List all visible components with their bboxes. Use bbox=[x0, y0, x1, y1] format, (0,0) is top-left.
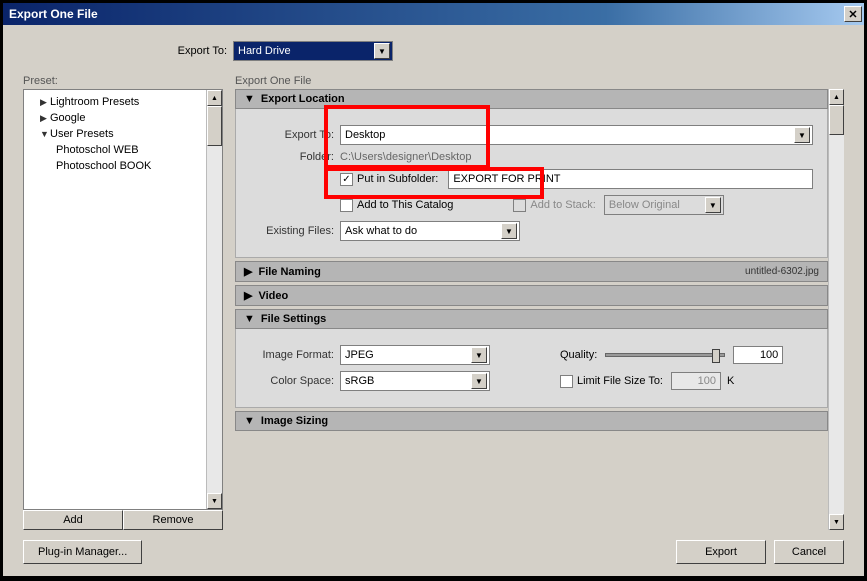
loc-export-to-label: Export To: bbox=[250, 129, 340, 141]
export-dialog: Export One File ✕ Export To: Hard Drive … bbox=[2, 2, 865, 577]
preset-label: Preset: bbox=[23, 75, 223, 87]
limit-filesize-unit: K bbox=[727, 375, 734, 387]
footer: Plug-in Manager... Export Cancel bbox=[23, 530, 844, 564]
image-format-dropdown[interactable]: JPEG ▼ bbox=[340, 345, 490, 365]
stack-position-dropdown: Below Original ▼ bbox=[604, 195, 724, 215]
preset-item-user[interactable]: ▼User Presets bbox=[26, 126, 204, 142]
file-naming-sample: untitled-6302.jpg bbox=[745, 266, 819, 277]
scroll-thumb[interactable] bbox=[829, 105, 844, 135]
export-to-value: Hard Drive bbox=[238, 45, 374, 57]
triangle-right-icon: ▶ bbox=[244, 289, 252, 302]
subfolder-input[interactable]: EXPORT FOR PRINT bbox=[448, 169, 813, 189]
triangle-right-icon: ▶ bbox=[40, 97, 50, 108]
triangle-down-icon: ▼ bbox=[244, 313, 255, 325]
add-to-stack-label: Add to Stack: bbox=[530, 199, 595, 211]
preset-item-lightroom[interactable]: ▶Lightroom Presets bbox=[26, 94, 204, 110]
put-in-subfolder-checkbox[interactable]: ✓ bbox=[340, 173, 353, 186]
scroll-thumb[interactable] bbox=[207, 106, 222, 146]
remove-preset-button[interactable]: Remove bbox=[123, 510, 223, 530]
export-button[interactable]: Export bbox=[676, 540, 766, 564]
close-button[interactable]: ✕ bbox=[844, 6, 862, 22]
scroll-up-icon[interactable]: ▲ bbox=[207, 90, 222, 106]
section-image-sizing[interactable]: ▼ Image Sizing bbox=[235, 411, 828, 431]
chevron-down-icon[interactable]: ▼ bbox=[794, 127, 810, 143]
chevron-down-icon: ▼ bbox=[705, 197, 721, 213]
section-export-location[interactable]: ▼ Export Location bbox=[235, 89, 828, 109]
quality-slider[interactable] bbox=[605, 353, 725, 357]
existing-files-dropdown[interactable]: Ask what to do ▼ bbox=[340, 221, 520, 241]
right-label: Export One File bbox=[235, 75, 844, 87]
dialog-content: Export To: Hard Drive ▼ Preset: ▶Lightro… bbox=[3, 25, 864, 576]
limit-filesize-checkbox[interactable] bbox=[560, 375, 573, 388]
preset-item-photoschol-web[interactable]: Photoschol WEB bbox=[26, 142, 204, 158]
add-to-catalog-checkbox[interactable] bbox=[340, 199, 353, 212]
add-to-catalog-label: Add to This Catalog bbox=[357, 199, 453, 211]
scroll-up-icon[interactable]: ▲ bbox=[829, 89, 844, 105]
settings-content: ▼ Export Location Export To: Desktop ▼ bbox=[235, 89, 828, 530]
triangle-right-icon: ▶ bbox=[40, 113, 50, 124]
chevron-down-icon[interactable]: ▼ bbox=[374, 43, 390, 59]
settings-panel: Export One File ▼ Export Location Export… bbox=[235, 75, 844, 530]
export-to-label: Export To: bbox=[23, 45, 233, 57]
scroll-down-icon[interactable]: ▼ bbox=[829, 514, 844, 530]
color-space-label: Color Space: bbox=[250, 375, 340, 387]
preset-buttons: Add Remove bbox=[23, 510, 223, 530]
preset-item-photoschool-book[interactable]: Photoschool BOOK bbox=[26, 158, 204, 174]
add-preset-button[interactable]: Add bbox=[23, 510, 123, 530]
limit-filesize-label: Limit File Size To: bbox=[577, 375, 663, 387]
slider-thumb[interactable] bbox=[712, 349, 720, 363]
export-to-row: Export To: Hard Drive ▼ bbox=[23, 41, 844, 61]
preset-tree: ▶Lightroom Presets ▶Google ▼User Presets… bbox=[24, 90, 206, 509]
file-settings-body: Image Format: JPEG ▼ Quality: 100 bbox=[235, 329, 828, 408]
image-format-label: Image Format: bbox=[250, 349, 340, 361]
window-title: Export One File bbox=[9, 7, 844, 21]
quality-input[interactable]: 100 bbox=[733, 346, 783, 364]
preset-listbox: ▶Lightroom Presets ▶Google ▼User Presets… bbox=[23, 89, 223, 510]
triangle-down-icon: ▼ bbox=[244, 415, 255, 427]
section-file-settings[interactable]: ▼ File Settings bbox=[235, 309, 828, 329]
chevron-down-icon[interactable]: ▼ bbox=[471, 373, 487, 389]
section-file-naming[interactable]: ▶ File Naming untitled-6302.jpg bbox=[235, 261, 828, 282]
folder-label: Folder: bbox=[250, 151, 340, 163]
chevron-down-icon[interactable]: ▼ bbox=[501, 223, 517, 239]
triangle-right-icon: ▶ bbox=[244, 265, 252, 278]
triangle-down-icon: ▼ bbox=[40, 129, 50, 139]
export-location-body: Export To: Desktop ▼ Folder: C:\Users\de… bbox=[235, 109, 828, 258]
preset-panel: Preset: ▶Lightroom Presets ▶Google ▼User… bbox=[23, 75, 223, 530]
quality-label: Quality: bbox=[560, 349, 597, 361]
settings-scrollbar[interactable]: ▲ ▼ bbox=[828, 89, 844, 530]
titlebar: Export One File ✕ bbox=[3, 3, 864, 25]
loc-export-to-dropdown[interactable]: Desktop ▼ bbox=[340, 125, 813, 145]
existing-files-label: Existing Files: bbox=[250, 225, 340, 237]
plugin-manager-button[interactable]: Plug-in Manager... bbox=[23, 540, 142, 564]
limit-filesize-input: 100 bbox=[671, 372, 721, 390]
preset-scrollbar[interactable]: ▲ ▼ bbox=[206, 90, 222, 509]
triangle-down-icon: ▼ bbox=[244, 93, 255, 105]
preset-item-google[interactable]: ▶Google bbox=[26, 110, 204, 126]
settings-scroll: ▼ Export Location Export To: Desktop ▼ bbox=[235, 89, 844, 530]
section-video[interactable]: ▶ Video bbox=[235, 285, 828, 306]
scroll-down-icon[interactable]: ▼ bbox=[207, 493, 222, 509]
cancel-button[interactable]: Cancel bbox=[774, 540, 844, 564]
color-space-dropdown[interactable]: sRGB ▼ bbox=[340, 371, 490, 391]
main-area: Preset: ▶Lightroom Presets ▶Google ▼User… bbox=[23, 75, 844, 530]
chevron-down-icon[interactable]: ▼ bbox=[471, 347, 487, 363]
put-in-subfolder-label: Put in Subfolder: bbox=[357, 173, 438, 185]
export-to-dropdown[interactable]: Hard Drive ▼ bbox=[233, 41, 393, 61]
add-to-stack-checkbox bbox=[513, 199, 526, 212]
folder-path: C:\Users\designer\Desktop bbox=[340, 151, 471, 163]
